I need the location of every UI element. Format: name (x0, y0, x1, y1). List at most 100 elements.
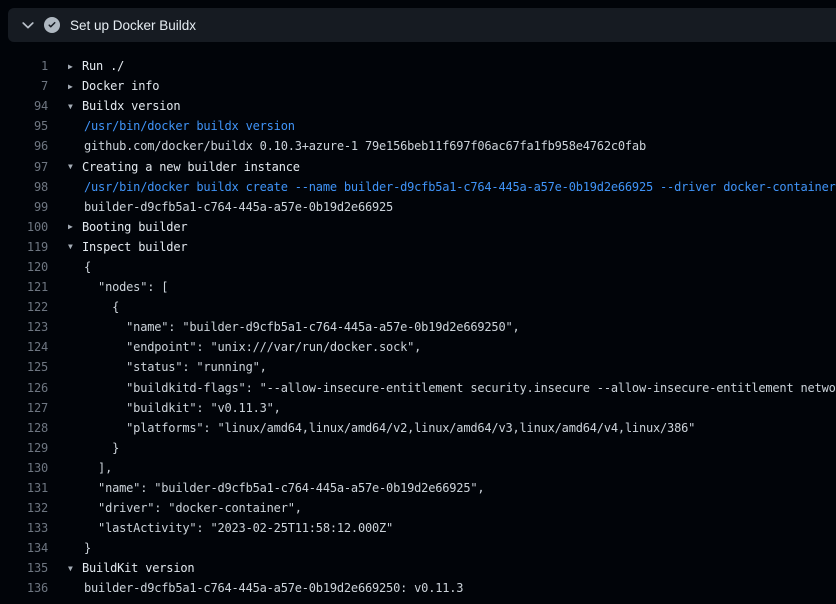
triangle-down-icon[interactable]: ▼ (68, 162, 82, 171)
log-line: 128 "platforms": "linux/amd64,linux/amd6… (0, 418, 836, 438)
log-container: 1▶Run ./7▶Docker info94▼Buildx version95… (0, 42, 836, 599)
step-title: Set up Docker Buildx (70, 18, 196, 33)
log-line: 134} (0, 538, 836, 558)
check-circle-icon (44, 17, 60, 33)
output-text: "name": "builder-d9cfb5a1-c764-445a-a57e… (68, 320, 836, 334)
step-header[interactable]: Set up Docker Buildx (8, 8, 836, 42)
output-text: } (68, 441, 836, 455)
log-group-toggle[interactable]: ▼Inspect builder (68, 240, 836, 254)
log-line: 123 "name": "builder-d9cfb5a1-c764-445a-… (0, 317, 836, 337)
line-number[interactable]: 135 (0, 561, 48, 575)
log-line: 124 "endpoint": "unix:///var/run/docker.… (0, 337, 836, 357)
line-number[interactable]: 131 (0, 481, 48, 495)
log-line: 98/usr/bin/docker buildx create --name b… (0, 177, 836, 197)
output-text: "buildkitd-flags": "--allow-insecure-ent… (68, 381, 836, 395)
log-line: 95/usr/bin/docker buildx version (0, 116, 836, 136)
log-line: 7 ▶Docker info (0, 76, 836, 96)
output-text: "buildkit": "v0.11.3", (68, 401, 836, 415)
group-title: Docker info (82, 79, 159, 93)
line-number[interactable]: 1 (0, 59, 48, 73)
line-number[interactable]: 128 (0, 421, 48, 435)
log-group-toggle[interactable]: ▶Run ./ (68, 59, 836, 73)
line-number[interactable]: 99 (0, 200, 48, 214)
log-line: 126 "buildkitd-flags": "--allow-insecure… (0, 378, 836, 398)
group-title: Run ./ (82, 59, 124, 73)
log-line: 125 "status": "running", (0, 357, 836, 377)
line-number[interactable]: 124 (0, 340, 48, 354)
output-text: "driver": "docker-container", (68, 501, 836, 515)
line-number[interactable]: 100 (0, 220, 48, 234)
group-title: BuildKit version (82, 561, 194, 575)
triangle-down-icon[interactable]: ▼ (68, 102, 82, 111)
output-text: builder-d9cfb5a1-c764-445a-a57e-0b19d2e6… (68, 581, 836, 595)
log-group-toggle[interactable]: ▼Creating a new builder instance (68, 160, 836, 174)
log-line: 131 "name": "builder-d9cfb5a1-c764-445a-… (0, 478, 836, 498)
log-line: 130 ], (0, 458, 836, 478)
log-line: 136 builder-d9cfb5a1-c764-445a-a57e-0b19d… (0, 578, 836, 598)
log-line: 119 ▼Inspect builder (0, 237, 836, 257)
output-text: "endpoint": "unix:///var/run/docker.sock… (68, 340, 836, 354)
log-line: 122 { (0, 297, 836, 317)
line-number[interactable]: 96 (0, 139, 48, 153)
group-title: Creating a new builder instance (82, 160, 300, 174)
log-line: 121 "nodes": [ (0, 277, 836, 297)
triangle-down-icon[interactable]: ▼ (68, 242, 82, 251)
line-number[interactable]: 97 (0, 160, 48, 174)
line-number[interactable]: 7 (0, 79, 48, 93)
log-group-toggle[interactable]: ▼Buildx version (68, 99, 836, 113)
output-text: "platforms": "linux/amd64,linux/amd64/v2… (68, 421, 836, 435)
line-number[interactable]: 120 (0, 260, 48, 274)
log-group-toggle[interactable]: ▼BuildKit version (68, 561, 836, 575)
line-number[interactable]: 127 (0, 401, 48, 415)
line-number[interactable]: 132 (0, 501, 48, 515)
line-number[interactable]: 94 (0, 99, 48, 113)
line-number[interactable]: 125 (0, 360, 48, 374)
log-line: 133 "lastActivity": "2023-02-25T11:58:12… (0, 518, 836, 538)
log-line: 132 "driver": "docker-container", (0, 498, 836, 518)
line-number[interactable]: 123 (0, 320, 48, 334)
log-line: 99 builder-d9cfb5a1-c764-445a-a57e-0b19d2… (0, 197, 836, 217)
log-line: 97 ▼Creating a new builder instance (0, 156, 836, 176)
log-line: 127 "buildkit": "v0.11.3", (0, 398, 836, 418)
command-text: /usr/bin/docker buildx create --name bui… (68, 180, 836, 194)
log-group-toggle[interactable]: ▶Docker info (68, 79, 836, 93)
log-line: 120 { (0, 257, 836, 277)
line-number[interactable]: 130 (0, 461, 48, 475)
output-text: } (68, 541, 836, 555)
line-number[interactable]: 98 (0, 180, 48, 194)
output-text: "lastActivity": "2023-02-25T11:58:12.000… (68, 521, 836, 535)
log-line: 135 ▼BuildKit version (0, 558, 836, 578)
log-lines: 1▶Run ./7▶Docker info94▼Buildx version95… (0, 56, 836, 599)
line-number[interactable]: 121 (0, 280, 48, 294)
chevron-down-icon[interactable] (20, 17, 36, 33)
output-text: { (68, 260, 836, 274)
triangle-down-icon[interactable]: ▼ (68, 564, 82, 573)
line-number[interactable]: 129 (0, 441, 48, 455)
log-line: 1 ▶Run ./ (0, 56, 836, 76)
log-line: 96github.com/docker/buildx 0.10.3+azure-… (0, 136, 836, 156)
output-text: ], (68, 461, 836, 475)
output-text: "name": "builder-d9cfb5a1-c764-445a-a57e… (68, 481, 836, 495)
triangle-right-icon[interactable]: ▶ (68, 82, 82, 91)
log-group-toggle[interactable]: ▶Booting builder (68, 220, 836, 234)
output-text: "nodes": [ (68, 280, 836, 294)
line-number[interactable]: 133 (0, 521, 48, 535)
group-title: Buildx version (82, 99, 180, 113)
triangle-right-icon[interactable]: ▶ (68, 222, 82, 231)
line-number[interactable]: 134 (0, 541, 48, 555)
group-title: Inspect builder (82, 240, 187, 254)
line-number[interactable]: 126 (0, 381, 48, 395)
log-line: 100 ▶Booting builder (0, 217, 836, 237)
line-number[interactable]: 136 (0, 581, 48, 595)
group-title: Booting builder (82, 220, 187, 234)
output-text: { (68, 300, 836, 314)
line-number[interactable]: 95 (0, 119, 48, 133)
log-line: 129 } (0, 438, 836, 458)
command-text: /usr/bin/docker buildx version (68, 119, 836, 133)
line-number[interactable]: 122 (0, 300, 48, 314)
output-text: builder-d9cfb5a1-c764-445a-a57e-0b19d2e6… (68, 200, 836, 214)
output-text: "status": "running", (68, 360, 836, 374)
triangle-right-icon[interactable]: ▶ (68, 62, 82, 71)
log-line: 94 ▼Buildx version (0, 96, 836, 116)
line-number[interactable]: 119 (0, 240, 48, 254)
